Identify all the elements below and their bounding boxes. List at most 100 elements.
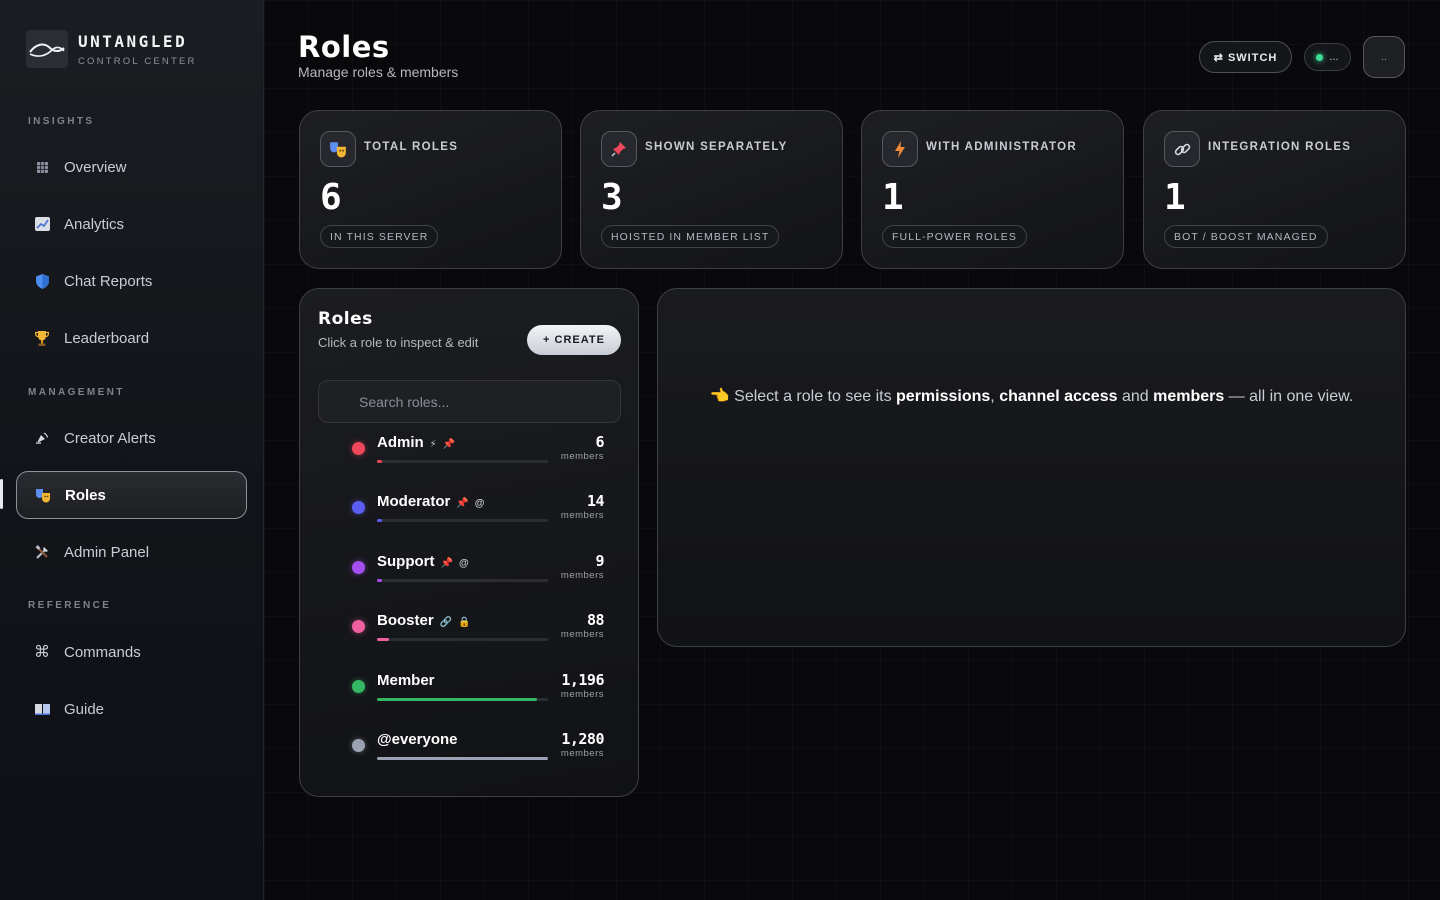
role-badges: 🔗 🔒 <box>440 616 477 628</box>
stat-label: WITH ADMINISTRATOR <box>926 141 1077 153</box>
page-title: Roles <box>298 30 390 64</box>
trophy-icon <box>34 330 50 346</box>
link-icon <box>1164 131 1200 167</box>
shield-icon <box>34 273 50 289</box>
stat-chip: FULL-POWER ROLES <box>882 225 1027 248</box>
role-name-text: @everyone <box>377 731 458 748</box>
role-row[interactable]: @everyone 1,280 members <box>352 730 604 771</box>
logo-icon <box>26 30 68 68</box>
role-color-dot <box>352 560 365 574</box>
sidebar-item-guide[interactable]: Guide <box>16 685 247 733</box>
role-row[interactable]: Booster 🔗 🔒 88 members <box>352 611 605 652</box>
empty-state-message: 👈 Select a role to see its permissions, … <box>709 388 1354 405</box>
role-member-count: 14 <box>586 492 605 511</box>
role-member-count: 1,196 <box>561 670 604 689</box>
detail-text: and <box>1121 388 1149 405</box>
brand-name: UNTANGLED <box>78 31 188 51</box>
detail-strong-permissions: permissions <box>896 388 991 405</box>
stat-value: 6 <box>320 177 342 218</box>
stat-label: SHOWN SEPARATELY <box>645 141 788 153</box>
sidebar-item-commands[interactable]: ⌘ Commands <box>16 628 247 676</box>
detail-strong-channel-access: channel access <box>999 388 1118 405</box>
role-progress-fill <box>377 519 383 523</box>
sidebar-item-analytics[interactable]: Analytics <box>16 200 247 248</box>
sidebar-item-roles[interactable]: Roles <box>16 471 247 519</box>
role-name-text: Support <box>377 552 435 570</box>
pin-icon <box>601 131 637 167</box>
stat-card-with-administrator: WITH ADMINISTRATOR 1 FULL-POWER ROLES <box>861 110 1124 269</box>
section-label-management: MANAGEMENT <box>28 387 125 398</box>
role-name: Moderator 📌 @ <box>377 493 491 510</box>
role-badges: 📌 @ <box>456 497 490 509</box>
stat-label: TOTAL ROLES <box>364 141 459 153</box>
role-name: Support 📌 @ <box>377 553 475 570</box>
role-name: Member <box>377 672 435 689</box>
switch-button[interactable]: ⇄ SWITCH <box>1199 41 1292 73</box>
role-badge-icon: 🔗 <box>439 617 453 629</box>
role-progress-track <box>377 697 548 701</box>
tools-icon <box>34 544 50 560</box>
sidebar-item-label: Creator Alerts <box>64 429 156 447</box>
role-member-count: 9 <box>595 551 604 570</box>
sidebar-item-label: Leaderboard <box>64 329 150 347</box>
role-members-label: members <box>560 629 604 641</box>
detail-text: — all in one view. <box>1228 388 1354 405</box>
role-color-dot <box>352 501 365 515</box>
role-detail-panel: 👈 Select a role to see its permissions, … <box>657 288 1406 647</box>
role-members-label: members <box>560 510 604 522</box>
sidebar-item-admin-panel[interactable]: Admin Panel <box>16 528 247 576</box>
role-badge-icon: 🔒 <box>458 617 471 629</box>
sidebar-item-leaderboard[interactable]: Leaderboard <box>16 314 247 362</box>
role-progress-fill <box>377 697 537 701</box>
section-label-reference: REFERENCE <box>28 600 112 611</box>
role-progress-track <box>377 460 548 463</box>
role-name-text: Member <box>377 671 435 689</box>
status-dot-icon <box>1316 53 1324 61</box>
status-pill[interactable]: ... <box>1304 43 1351 71</box>
sidebar-item-chat-reports[interactable]: Chat Reports <box>16 257 247 305</box>
sidebar-item-label: Commands <box>64 643 141 661</box>
page-subtitle: Manage roles & members <box>298 64 459 80</box>
stat-chip: HOISTED IN MEMBER LIST <box>601 225 780 248</box>
role-row[interactable]: Moderator 📌 @ 14 members <box>352 492 605 533</box>
role-color-dot <box>352 739 365 752</box>
stat-card-shown-separately: SHOWN SEPARATELY 3 HOISTED IN MEMBER LIS… <box>580 110 843 269</box>
role-color-dot <box>352 679 365 693</box>
role-row[interactable]: Member 1,196 members <box>352 670 604 712</box>
roles-panel-title: Roles <box>318 309 373 329</box>
book-icon <box>34 701 50 717</box>
create-role-button[interactable]: + CREATE <box>527 325 621 355</box>
sidebar-item-label: Admin Panel <box>64 543 150 561</box>
role-name: Admin ⚡ 📌 <box>377 434 461 451</box>
stat-card-total-roles: TOTAL ROLES 6 IN THIS SERVER <box>299 110 562 269</box>
role-badges: ⚡ 📌 <box>430 438 461 450</box>
role-badge-icon: ⚡ <box>429 439 437 450</box>
sidebar-item-creator-alerts[interactable]: Creator Alerts <box>16 414 247 462</box>
avatar[interactable]: .. <box>1363 36 1405 78</box>
sidebar-item-label: Guide <box>64 700 105 718</box>
sidebar: UNTANGLED CONTROL CENTER INSIGHTS Overvi… <box>0 0 264 900</box>
role-row[interactable]: Support 📌 @ 9 members <box>352 551 604 593</box>
role-progress-fill <box>377 638 389 642</box>
masks-icon <box>35 487 51 503</box>
stat-value: 3 <box>601 177 623 218</box>
section-label-insights: INSIGHTS <box>28 116 95 127</box>
role-member-count: 6 <box>595 433 604 451</box>
roles-panel-subtitle: Click a role to inspect & edit <box>318 335 479 350</box>
role-members-label: members <box>560 451 604 462</box>
sidebar-item-overview[interactable]: Overview <box>16 143 247 191</box>
status-text: ... <box>1329 51 1339 63</box>
sidebar-item-label: Overview <box>64 158 127 176</box>
stat-value: 1 <box>1164 177 1186 218</box>
role-row[interactable]: Admin ⚡ 📌 6 members <box>352 433 604 474</box>
stat-label: INTEGRATION ROLES <box>1208 141 1352 153</box>
command-icon: ⌘ <box>34 644 50 661</box>
search-roles-input[interactable] <box>318 380 621 423</box>
brand[interactable]: UNTANGLED CONTROL CENTER <box>26 30 197 68</box>
role-members-label: members <box>560 569 604 581</box>
masks-icon <box>320 131 356 167</box>
role-members-label: members <box>560 688 604 700</box>
role-progress-fill <box>377 757 548 760</box>
role-color-dot <box>352 442 365 455</box>
role-badge-icon: @ <box>458 557 469 569</box>
